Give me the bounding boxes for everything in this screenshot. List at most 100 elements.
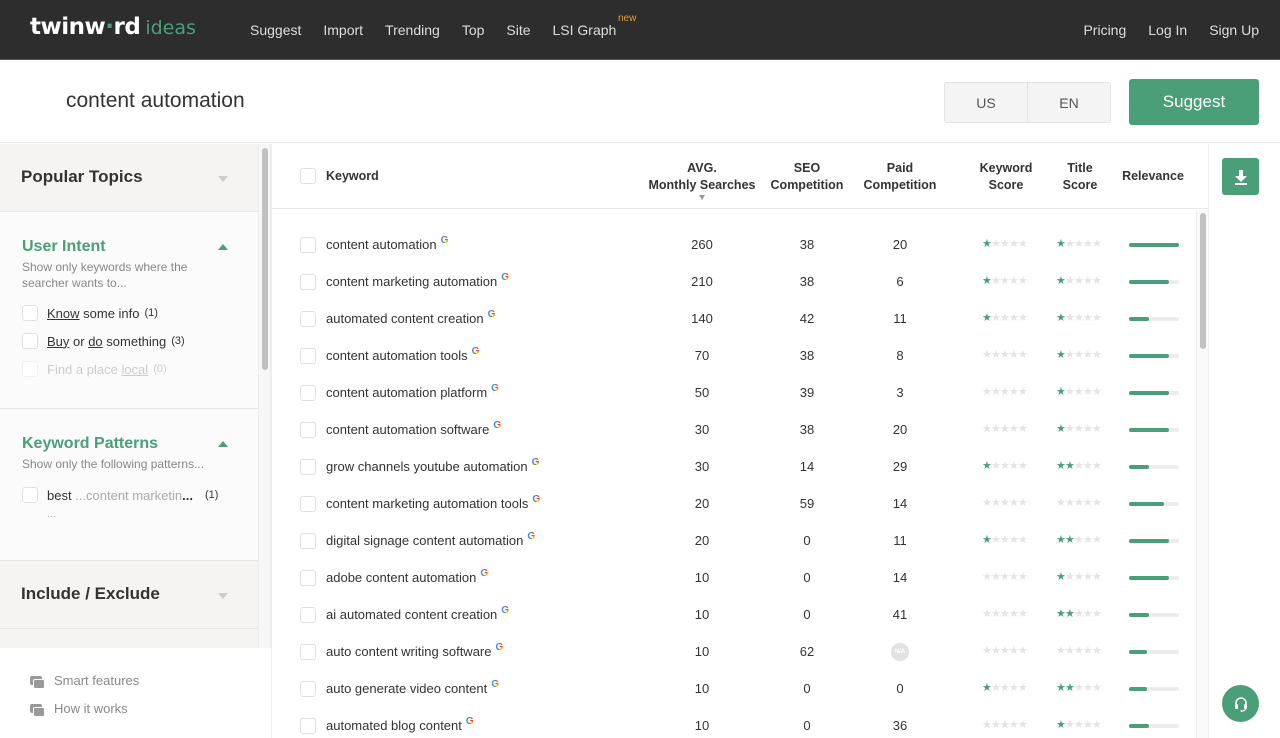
star-icon: ★ xyxy=(1018,497,1028,509)
row-checkbox[interactable] xyxy=(300,532,316,549)
google-icon[interactable]: G xyxy=(472,346,480,357)
keyword-cell[interactable]: ai automated content creation G xyxy=(326,596,509,633)
table-row[interactable]: content automation platform G 50 39 3 ★ ★ ★ ★ ★ ★ ★… xyxy=(272,374,1196,411)
nav-import[interactable]: Import xyxy=(323,22,363,38)
google-icon[interactable]: G xyxy=(493,420,501,431)
google-icon[interactable]: G xyxy=(532,457,540,468)
keyword-cell[interactable]: content automation G xyxy=(326,226,448,263)
table-row[interactable]: grow channels youtube automation G 30 14 29 ★… xyxy=(272,448,1196,485)
star-icon: ★ xyxy=(1083,608,1093,620)
keyword-cell[interactable]: digital signage content automation G xyxy=(326,522,535,559)
how-it-works-link[interactable]: How it works xyxy=(30,701,128,717)
intent-buy-checkbox[interactable] xyxy=(22,333,38,349)
col-seo-competition[interactable]: SEO Competition xyxy=(762,160,852,194)
keyword-cell[interactable]: content automation tools G xyxy=(326,337,479,374)
country-select[interactable]: US xyxy=(945,83,1027,122)
nav-pricing[interactable]: Pricing xyxy=(1083,22,1126,38)
google-icon[interactable]: G xyxy=(491,679,499,690)
suggest-button[interactable]: Suggest xyxy=(1129,79,1259,125)
pattern-more[interactable]: ... xyxy=(47,508,258,520)
row-checkbox[interactable] xyxy=(300,680,316,697)
nav-top[interactable]: Top xyxy=(462,22,485,38)
keyword-cell[interactable]: adobe content automation G xyxy=(326,559,488,596)
row-checkbox[interactable] xyxy=(300,310,316,327)
nav-lsi-graph[interactable]: LSI Graph new xyxy=(553,13,637,38)
chevron-down-icon[interactable] xyxy=(218,176,228,182)
table-row[interactable]: automated blog content G 10 0 36 ★ ★ ★ ★ ★ ★ ★ ★ ★ ★ xyxy=(272,707,1196,738)
smart-features-link[interactable]: Smart features xyxy=(30,673,139,689)
keyword-cell[interactable]: content marketing automation tools G xyxy=(326,485,540,522)
google-icon[interactable]: G xyxy=(501,605,509,616)
row-checkbox[interactable] xyxy=(300,495,316,512)
keyword-cell[interactable]: content marketing automation G xyxy=(326,263,509,300)
intent-know-checkbox[interactable] xyxy=(22,305,38,321)
nav-trending[interactable]: Trending xyxy=(385,22,440,38)
keyword-cell[interactable]: auto generate video content G xyxy=(326,670,499,707)
google-icon[interactable]: G xyxy=(501,272,509,283)
table-scrollbar-thumb[interactable] xyxy=(1200,213,1206,349)
google-icon[interactable]: G xyxy=(527,531,535,542)
table-row[interactable]: content marketing automation tools G 20 59 1… xyxy=(272,485,1196,522)
table-row[interactable]: content automation G 260 38 20 ★ ★ ★ ★ ★ ★ ★ ★ ★ ★ xyxy=(272,226,1196,263)
keyword-search-input[interactable] xyxy=(66,81,866,121)
table-row[interactable]: ai automated content creation G 10 0 41 ★ ★ ★ ★ ★… xyxy=(272,596,1196,633)
intent-option-buy-do[interactable]: Buy or do something (3) xyxy=(22,332,258,350)
download-button[interactable] xyxy=(1222,158,1259,195)
sidebar-scrollbar-thumb[interactable] xyxy=(262,148,268,370)
google-icon[interactable]: G xyxy=(488,309,496,320)
support-chat-button[interactable] xyxy=(1222,685,1259,722)
include-exclude-section[interactable]: Include / Exclude xyxy=(0,561,258,629)
row-checkbox[interactable] xyxy=(300,606,316,623)
sidebar-scrollbar[interactable] xyxy=(258,144,271,648)
keyword-cell[interactable]: content automation software G xyxy=(326,411,501,448)
row-checkbox[interactable] xyxy=(300,421,316,438)
google-icon[interactable]: G xyxy=(466,716,474,727)
select-all-checkbox[interactable] xyxy=(300,168,316,184)
pattern-option-best[interactable]: best ...content marketin... (1) xyxy=(22,486,258,504)
nav-log-in[interactable]: Log In xyxy=(1148,22,1187,38)
table-row[interactable]: content automation tools G 70 38 8 ★ ★ ★ ★ ★ ★ ★ ★ ★ ★ xyxy=(272,337,1196,374)
col-keyword[interactable]: Keyword xyxy=(326,168,379,185)
table-row[interactable]: content automation software G 30 38 20 ★ ★ ★ ★ ★ ★… xyxy=(272,411,1196,448)
col-relevance[interactable]: Relevance xyxy=(1118,168,1188,185)
table-row[interactable]: content marketing automation G 210 38 6 ★ ★ ★ ★ ★… xyxy=(272,263,1196,300)
google-icon[interactable]: G xyxy=(532,494,540,505)
nav-suggest[interactable]: Suggest xyxy=(250,22,301,38)
row-checkbox[interactable] xyxy=(300,273,316,290)
row-checkbox[interactable] xyxy=(300,458,316,475)
google-icon[interactable]: G xyxy=(441,235,449,246)
keyword-cell[interactable]: grow channels youtube automation G xyxy=(326,448,539,485)
table-row[interactable]: adobe content automation G 10 0 14 ★ ★ ★ ★ ★ ★ ★ ★ ★ ★ xyxy=(272,559,1196,596)
col-paid-competition[interactable]: Paid Competition xyxy=(855,160,945,194)
table-row[interactable]: automated content creation G 140 42 11 ★ ★ ★ ★ ★ ★… xyxy=(272,300,1196,337)
keyword-cell[interactable]: automated content creation G xyxy=(326,300,495,337)
google-icon[interactable]: G xyxy=(491,383,499,394)
table-row[interactable]: digital signage content automation G 20 0 11… xyxy=(272,522,1196,559)
row-checkbox[interactable] xyxy=(300,347,316,364)
row-checkbox[interactable] xyxy=(300,569,316,586)
chevron-up-icon[interactable] xyxy=(218,244,228,250)
keyword-cell[interactable]: auto content writing software G xyxy=(326,633,503,670)
keyword-cell[interactable]: content automation platform G xyxy=(326,374,499,411)
table-row[interactable]: auto generate video content G 10 0 0 ★ ★ ★ ★ ★ ★ ★ ★… xyxy=(272,670,1196,707)
col-avg-monthly-searches[interactable]: AVG. Monthly Searches xyxy=(642,160,762,200)
col-keyword-score[interactable]: Keyword Score xyxy=(966,160,1046,194)
intent-option-know[interactable]: Know some info (1) xyxy=(22,304,258,322)
google-icon[interactable]: G xyxy=(495,642,503,653)
google-icon[interactable]: G xyxy=(480,568,488,579)
table-row[interactable]: auto content writing software G 10 62 N/A ★ ★ ★… xyxy=(272,633,1196,670)
row-checkbox[interactable] xyxy=(300,717,316,734)
row-checkbox[interactable] xyxy=(300,236,316,253)
language-select[interactable]: EN xyxy=(1027,83,1110,122)
nav-site[interactable]: Site xyxy=(506,22,530,38)
pattern-best-checkbox[interactable] xyxy=(22,487,38,503)
row-checkbox[interactable] xyxy=(300,384,316,401)
row-checkbox[interactable] xyxy=(300,643,316,660)
keyword-cell[interactable]: automated blog content G xyxy=(326,707,474,738)
chevron-up-icon[interactable] xyxy=(218,441,228,447)
nav-sign-up[interactable]: Sign Up xyxy=(1209,22,1259,38)
col-title-score[interactable]: Title Score xyxy=(1045,160,1115,194)
logo[interactable]: twinw·rd ideas xyxy=(30,14,196,42)
chevron-down-icon[interactable] xyxy=(218,593,228,599)
popular-topics-section[interactable]: Popular Topics xyxy=(0,144,258,212)
